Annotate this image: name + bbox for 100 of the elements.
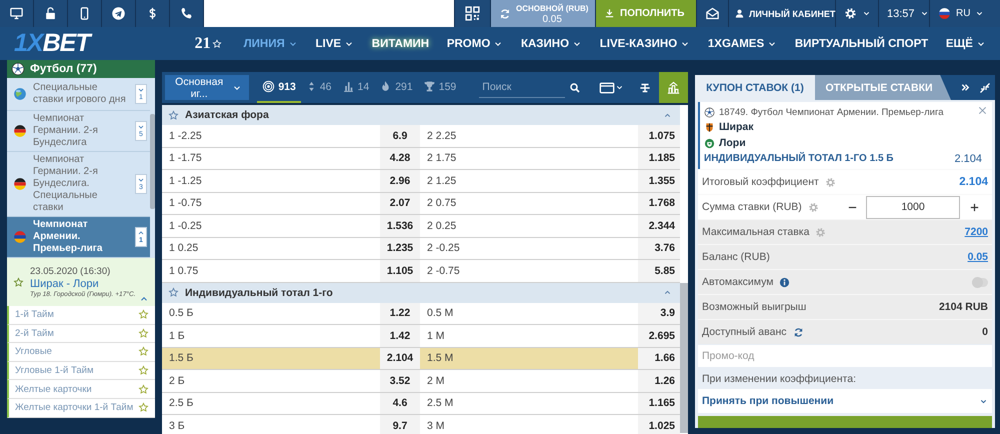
odds-value[interactable]: 2.695 <box>638 325 680 346</box>
odds-row[interactable]: 1 -1.75 4.28 2 1.75 1.185 <box>162 148 680 170</box>
sport-header[interactable]: Футбол (77) <box>7 60 155 78</box>
outcome-label: 2 -0.75 <box>426 264 461 279</box>
filter-tab[interactable]: 291 <box>374 72 418 103</box>
phone-icon <box>179 6 194 21</box>
qr-button[interactable] <box>455 0 490 27</box>
odds-value[interactable]: 1.235 <box>380 238 420 259</box>
nav-item[interactable]: КАЗИНО <box>520 38 582 50</box>
chevron-up-icon[interactable] <box>663 288 672 297</box>
odds-change-dropdown[interactable]: Принять при повышении <box>698 389 992 413</box>
odds-value[interactable]: 6.9 <box>380 125 420 146</box>
account-button[interactable]: ЛИЧНЫЙ КАБИНЕТ <box>729 0 835 27</box>
odds-row[interactable]: 2.5 Б 4.6 2.5 М 1.165 <box>162 392 680 415</box>
amount-link[interactable]: 0.05 <box>968 251 988 263</box>
close-icon <box>977 105 988 116</box>
search-field[interactable]: Поиск <box>479 77 566 98</box>
messages-button[interactable] <box>697 0 728 27</box>
odds-row[interactable]: 1 -1.25 2.96 2 1.25 1.355 <box>162 170 680 192</box>
phone-button[interactable] <box>170 0 203 27</box>
odds-value[interactable]: 4.6 <box>380 392 420 414</box>
odds-value[interactable]: 3.9 <box>638 302 680 324</box>
nav-item[interactable]: LIVE <box>315 38 354 50</box>
odds-value[interactable]: 4.28 <box>380 148 420 169</box>
odds-value[interactable]: 1.42 <box>380 325 420 346</box>
unlock-button[interactable] <box>34 0 67 27</box>
download-icon <box>604 8 615 19</box>
outcome-label: 1 -0.25 <box>168 218 203 234</box>
scrollbar[interactable] <box>680 283 688 433</box>
odds-value[interactable]: 2.344 <box>638 215 680 236</box>
odds-value[interactable]: 9.7 <box>380 415 420 434</box>
settings-button[interactable] <box>836 0 878 27</box>
nav-item[interactable]: ЕЩЁ <box>946 38 986 50</box>
outcome-label: 2 Б <box>168 374 186 389</box>
filter-tab[interactable]: 913 <box>257 72 301 103</box>
odds-value[interactable]: 2.96 <box>380 170 420 192</box>
promo-badge[interactable]: 21 <box>194 34 222 52</box>
nav-item[interactable]: ВИТАМИН <box>372 38 430 50</box>
star-icon[interactable] <box>13 276 24 288</box>
chart-icon <box>666 80 681 95</box>
telegram-button[interactable] <box>102 0 135 27</box>
chevron-icon <box>614 83 624 92</box>
odds-row[interactable]: 1 -0.25 1.536 2 0.25 2.344 <box>162 215 680 238</box>
star-icon[interactable] <box>168 287 179 298</box>
search-icon[interactable] <box>569 82 582 94</box>
odds-row[interactable]: 1.5 Б 2.104 1.5 М 1.66 <box>162 348 680 370</box>
odds-value[interactable]: 3.52 <box>380 370 420 392</box>
market-header[interactable]: Индивидуальный тотал 1-го <box>162 282 680 302</box>
odds-value[interactable]: 1.105 <box>380 260 420 282</box>
nav-item[interactable]: ЛИНИЯ <box>244 38 298 50</box>
language-button[interactable]: RU <box>930 0 1000 27</box>
odds-row[interactable]: 2 Б 3.52 2 М 1.26 <box>162 370 680 392</box>
odds-value[interactable]: 5.85 <box>638 260 680 282</box>
star-icon[interactable] <box>168 110 179 120</box>
refresh-icon[interactable] <box>792 326 804 338</box>
scrollbar[interactable] <box>150 114 155 209</box>
logo[interactable]: 1XBET <box>14 29 90 58</box>
match-teams[interactable]: Ширак - Лори <box>30 278 136 290</box>
nav-item[interactable]: PROMO <box>446 38 504 50</box>
toggle-switch[interactable] <box>972 278 988 286</box>
promo-code-field[interactable]: Промо-код <box>698 345 992 367</box>
odds-value[interactable]: 2.104 <box>380 348 420 369</box>
stake-field[interactable]: 1000 <box>866 196 960 218</box>
market-header[interactable]: Азиатская фора <box>162 105 680 125</box>
odds-row[interactable]: 1 -2.25 6.9 2 2.25 1.075 <box>162 125 680 148</box>
mobile-button[interactable] <box>68 0 101 27</box>
odds-value[interactable]: 1.025 <box>638 415 680 434</box>
odds-value[interactable]: 1.536 <box>380 215 420 236</box>
odds-row[interactable]: 3 Б 9.7 3 М 1.025 <box>162 415 680 434</box>
odds-value[interactable]: 3.76 <box>638 238 680 259</box>
league-name: Чемпионат Армении. Премьер-лига <box>33 219 104 255</box>
nav-item[interactable]: 1XGAMES <box>708 38 778 50</box>
amount-link[interactable]: 7200 <box>964 226 988 238</box>
info-icon[interactable] <box>779 276 790 288</box>
odds-value[interactable]: 1.075 <box>638 125 680 146</box>
monitor-button[interactable] <box>0 0 33 27</box>
close-button[interactable] <box>977 105 988 116</box>
field-value: 2104 RUB <box>938 301 988 313</box>
odds-value[interactable]: 1.768 <box>638 192 680 214</box>
slip-tab[interactable]: КУПОН СТАВОК (1) <box>695 75 815 100</box>
odds-row[interactable]: 1 -0.75 2.07 2 0.75 1.768 <box>162 192 680 215</box>
dollar-button[interactable] <box>136 0 169 27</box>
time-button[interactable]: 13:57 <box>879 0 929 27</box>
filter-tab[interactable]: 159 <box>418 72 462 103</box>
odds-value[interactable]: 1.66 <box>638 348 680 369</box>
odds-value[interactable]: 1.355 <box>638 170 680 192</box>
filter-tab[interactable]: 46 <box>300 72 337 103</box>
odds-value[interactable]: 1.165 <box>638 392 680 414</box>
odds-value[interactable]: 1.185 <box>638 148 680 169</box>
odds-row[interactable]: 0.5 Б 1.22 0.5 М 3.9 <box>162 302 680 325</box>
nav-item[interactable]: ВИРТУАЛЬНЫЙ СПОРТ <box>794 38 928 50</box>
odds-value[interactable]: 2.07 <box>380 192 420 214</box>
nav-item[interactable]: LIVE-КАЗИНО <box>600 38 690 50</box>
mode-dropdown[interactable]: Основная иг... <box>165 75 250 100</box>
filter-tab[interactable]: 14 <box>336 72 374 103</box>
person-icon <box>734 8 745 19</box>
odds-row[interactable]: 1 0.25 1.235 2 -0.25 3.76 <box>162 238 680 260</box>
odds-value[interactable]: 1.22 <box>380 302 420 324</box>
total-odds: 2.104 <box>959 176 988 188</box>
odds-value[interactable]: 1.26 <box>638 370 680 392</box>
